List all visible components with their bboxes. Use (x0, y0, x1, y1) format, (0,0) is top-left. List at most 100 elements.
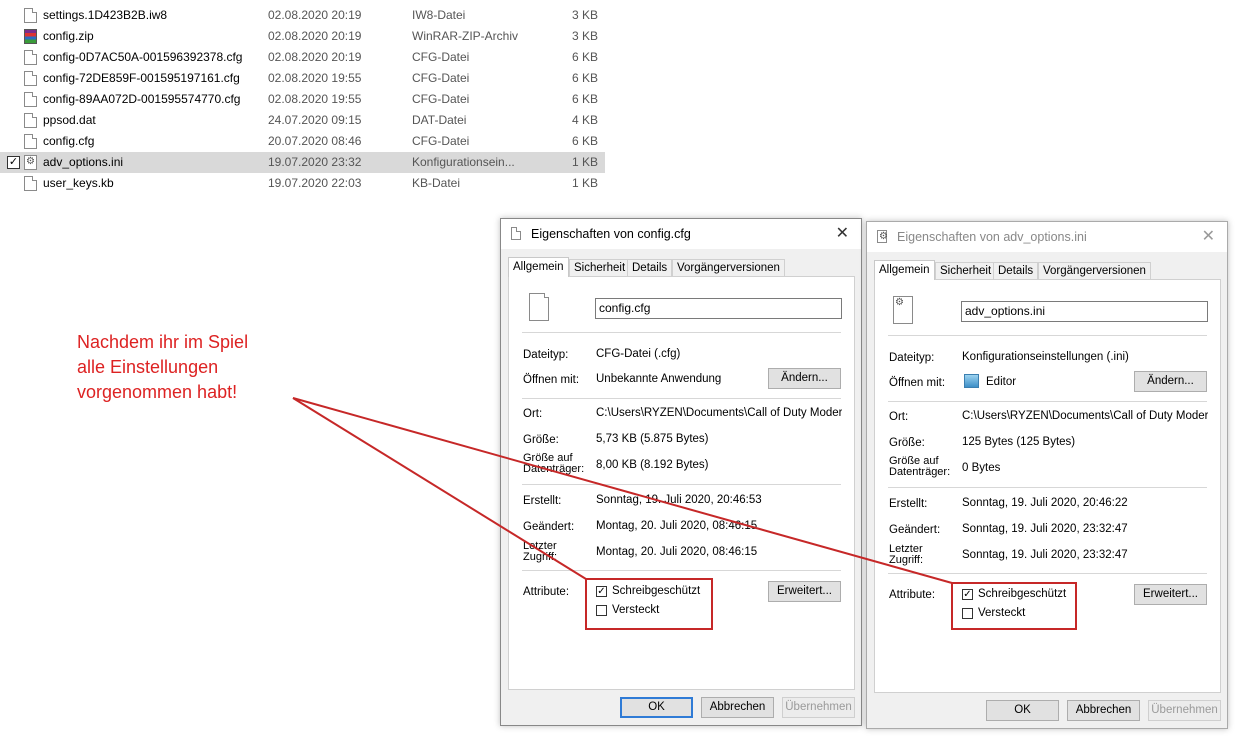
geaendert-label: Geändert: (889, 524, 941, 536)
file-size: 1 KB (571, 176, 598, 190)
uebernehmen-button[interactable]: Übernehmen (782, 697, 855, 718)
groesse-label: Größe: (523, 434, 559, 446)
annotation-text: Nachdem ihr im Spiel alle Einstellungen … (77, 332, 249, 402)
file-row-selected[interactable]: ✓ adv_options.ini 19.07.2020 23:32 Konfi… (0, 152, 605, 173)
erstellt-label: Erstellt: (889, 498, 928, 510)
winrar-archive-icon (24, 29, 37, 44)
letzter-zugriff-label: Letzter Zugriff: (889, 543, 924, 566)
divider (888, 401, 1207, 402)
file-date: 24.07.2020 09:15 (268, 113, 362, 127)
versteckt-checkbox[interactable] (962, 608, 973, 619)
file-type: Konfigurationsein... (412, 155, 515, 169)
schreibgeschuetzt-checkbox[interactable]: ✓ (596, 586, 607, 597)
tab-vorgaengerversionen[interactable]: Vorgängerversionen (672, 259, 785, 277)
versteckt-label: Versteckt (978, 607, 1026, 619)
title-bar[interactable]: Eigenschaften von config.cfg ✕ (501, 219, 861, 249)
ok-button[interactable]: OK (620, 697, 693, 718)
file-name: adv_options.ini (43, 155, 124, 169)
file-row[interactable]: config-72DE859F-001595197161.cfg 02.08.2… (0, 68, 605, 89)
oeffnen-mit-label: Öffnen mit: (523, 374, 580, 386)
schreibgeschuetzt-checkbox[interactable]: ✓ (962, 589, 973, 600)
ort-label: Ort: (889, 411, 909, 423)
erstellt-value: Sonntag, 19. Juli 2020, 20:46:53 (596, 494, 762, 506)
erstellt-label: Erstellt: (523, 495, 562, 507)
file-type: DAT-Datei (412, 113, 467, 127)
groesse-auf-datentraeger-label: Größe auf Datenträger: (889, 455, 951, 478)
divider (888, 335, 1207, 336)
document-icon (24, 8, 37, 23)
groesse-value: 125 Bytes (125 Bytes) (962, 436, 1076, 448)
dialog-title: Eigenschaften von adv_options.ini (897, 230, 1087, 244)
dateityp-label: Dateityp: (889, 352, 935, 364)
aendern-button[interactable]: Ändern... (768, 368, 841, 389)
letzter-zugriff-value: Montag, 20. Juli 2020, 08:46:15 (596, 546, 758, 558)
divider (522, 484, 841, 485)
file-date: 20.07.2020 08:46 (268, 134, 362, 148)
tab-allgemein[interactable]: Allgemein (874, 260, 935, 280)
ok-button[interactable]: OK (986, 700, 1059, 721)
groesse-auf-datentraeger-value: 0 Bytes (962, 462, 1001, 474)
file-row[interactable]: config.cfg 20.07.2020 08:46 CFG-Datei 6 … (0, 131, 605, 152)
file-type-document-icon (529, 293, 549, 321)
ort-value: C:\Users\RYZEN\Documents\Call of Duty Mo… (596, 407, 842, 419)
schreibgeschuetzt-label: Schreibgeschützt (612, 585, 701, 597)
file-name: config.zip (43, 29, 94, 43)
row-select-checkbox[interactable]: ✓ (7, 156, 20, 169)
ort-label: Ort: (523, 408, 543, 420)
file-size: 3 KB (571, 8, 598, 22)
oeffnen-mit-value: Editor (986, 376, 1017, 388)
tab-panel-allgemein: config.cfg Dateityp: CFG-Datei (.cfg) Öf… (508, 276, 855, 690)
file-row[interactable]: config-0D7AC50A-001596392378.cfg 02.08.2… (0, 47, 605, 68)
file-type-settings-icon (893, 296, 913, 324)
divider (522, 332, 841, 333)
groesse-auf-datentraeger-value: 8,00 KB (8.192 Bytes) (596, 459, 709, 471)
tab-sicherheit[interactable]: Sicherheit (935, 262, 997, 280)
file-date: 02.08.2020 19:55 (268, 92, 362, 106)
file-name: config-72DE859F-001595197161.cfg (43, 71, 240, 85)
tab-details[interactable]: Details (993, 262, 1039, 280)
file-size: 3 KB (571, 29, 598, 43)
file-date: 19.07.2020 23:32 (268, 155, 362, 169)
tab-sicherheit[interactable]: Sicherheit (569, 259, 631, 277)
filename-input[interactable]: adv_options.ini (961, 301, 1208, 322)
letzter-zugriff-label: Letzter Zugriff: (523, 540, 558, 563)
file-name: user_keys.kb (43, 176, 114, 190)
title-bar[interactable]: Eigenschaften von adv_options.ini ✕ (867, 222, 1227, 252)
filename-input[interactable]: config.cfg (595, 298, 842, 319)
file-row[interactable]: config-89AA072D-001595574770.cfg 02.08.2… (0, 89, 605, 110)
aendern-button[interactable]: Ändern... (1134, 371, 1207, 392)
file-name: ppsod.dat (43, 113, 96, 127)
uebernehmen-button[interactable]: Übernehmen (1148, 700, 1221, 721)
file-name: settings.1D423B2B.iw8 (43, 8, 168, 22)
document-icon (24, 176, 37, 191)
tab-vorgaengerversionen[interactable]: Vorgängerversionen (1038, 262, 1151, 280)
divider (522, 570, 841, 571)
file-size: 6 KB (571, 134, 598, 148)
divider (888, 573, 1207, 574)
geaendert-value: Sonntag, 19. Juli 2020, 23:32:47 (962, 523, 1128, 535)
close-icon[interactable]: ✕ (1202, 226, 1215, 246)
abbrechen-button[interactable]: Abbrechen (1067, 700, 1140, 721)
geaendert-value: Montag, 20. Juli 2020, 08:46:15 (596, 520, 758, 532)
tab-allgemein[interactable]: Allgemein (508, 257, 569, 277)
file-size: 1 KB (571, 155, 598, 169)
close-icon[interactable]: ✕ (836, 223, 849, 243)
erweitert-button[interactable]: Erweitert... (768, 581, 841, 602)
file-size: 6 KB (571, 92, 598, 106)
geaendert-label: Geändert: (523, 521, 575, 533)
file-row[interactable]: settings.1D423B2B.iw8 02.08.2020 20:19 I… (0, 5, 605, 26)
document-icon (24, 92, 37, 107)
file-date: 02.08.2020 20:19 (268, 50, 362, 64)
versteckt-checkbox[interactable] (596, 605, 607, 616)
groesse-value: 5,73 KB (5.875 Bytes) (596, 433, 709, 445)
groesse-auf-datentraeger-label: Größe auf Datenträger: (523, 452, 585, 475)
file-row[interactable]: user_keys.kb 19.07.2020 22:03 KB-Datei 1… (0, 173, 605, 194)
file-size: 6 KB (571, 71, 598, 85)
file-type: CFG-Datei (412, 92, 470, 106)
abbrechen-button[interactable]: Abbrechen (701, 697, 774, 718)
erweitert-button[interactable]: Erweitert... (1134, 584, 1207, 605)
file-list: settings.1D423B2B.iw8 02.08.2020 20:19 I… (0, 5, 605, 194)
file-row[interactable]: ppsod.dat 24.07.2020 09:15 DAT-Datei 4 K… (0, 110, 605, 131)
tab-details[interactable]: Details (627, 259, 673, 277)
file-row[interactable]: config.zip 02.08.2020 20:19 WinRAR-ZIP-A… (0, 26, 605, 47)
